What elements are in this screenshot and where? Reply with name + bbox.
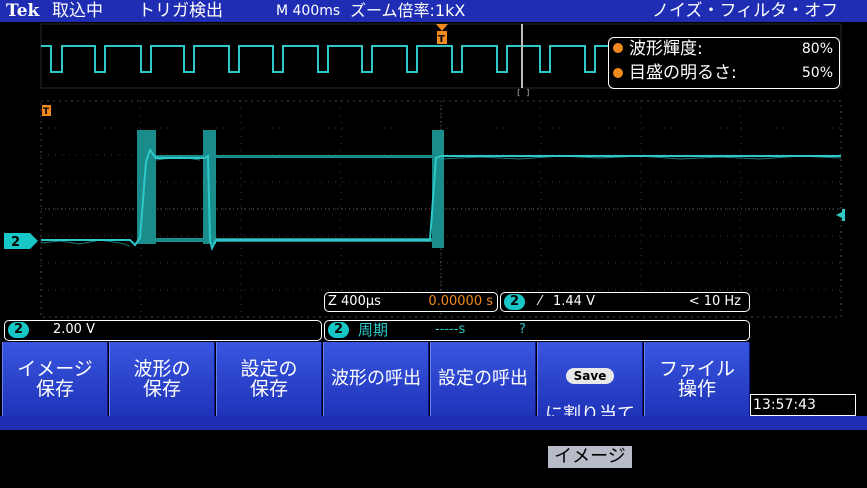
svg-text:T: T — [43, 107, 50, 117]
intensity-knob-a-icon — [613, 43, 623, 53]
zoom-box-glyph: [ ] — [516, 88, 530, 97]
graticule-brightness-label: 目盛の明るさ: — [629, 63, 737, 83]
assign-value: イメージ — [548, 446, 632, 468]
channel-scale-chip: 2 — [8, 322, 30, 338]
measurement-channel-chip: 2 — [328, 322, 350, 338]
graticule-brightness-value: 50% — [801, 65, 833, 81]
save-waveform-button[interactable]: 波形の 保存 — [109, 342, 215, 416]
svg-text:2: 2 — [11, 235, 20, 250]
channel-scale-value: 2.00 V — [53, 322, 95, 337]
measurement-value: -----s — [435, 322, 466, 337]
waveform-intensity-label: 波形輝度: — [629, 39, 703, 59]
trigger-level-arrow-stem — [842, 209, 845, 221]
assign-save-button[interactable]: Save に割り当て イメージ — [537, 342, 643, 468]
zoom-position: 0.00000 s — [428, 294, 493, 309]
recall-setup-button[interactable]: 設定の呼出 — [430, 342, 536, 416]
zoom-scale: Z 400μs — [328, 294, 381, 309]
measurement-box[interactable]: 2 周期 -----s ? — [324, 320, 750, 341]
zoom-readout-box: Z 400μs 0.00000 s — [324, 292, 498, 312]
trigger-level: 1.44 V — [553, 294, 595, 309]
save-image-button[interactable]: イメージ 保存 — [2, 342, 108, 416]
persistence-block — [137, 130, 156, 244]
measurement-flag: ? — [519, 322, 526, 337]
save-button-badge: Save — [566, 368, 614, 384]
overview-trigger-marker: T — [436, 24, 448, 45]
intensity-knob-b-icon — [613, 68, 623, 78]
file-utilities-button[interactable]: ファイル 操作 — [644, 342, 750, 416]
bottom-strip — [0, 416, 867, 430]
trigger-channel-chip: 2 — [504, 294, 526, 310]
overview-waveform — [41, 45, 610, 73]
svg-text:T: T — [438, 34, 445, 45]
measurement-name: 周期 — [358, 321, 389, 339]
channel-2-marker[interactable]: 2 — [4, 233, 38, 250]
trigger-frequency: < 10 Hz — [688, 294, 741, 309]
trigger-position-marker: T — [42, 105, 51, 117]
rising-edge-icon: ⁄ — [539, 294, 542, 309]
trigger-readout-box: 2 ⁄ 1.44 V < 10 Hz — [500, 292, 750, 312]
recall-waveform-button[interactable]: 波形の呼出 — [323, 342, 429, 416]
intensity-readout-box: 波形輝度: 80% 目盛の明るさ: 50% — [608, 37, 840, 89]
channel-scale-box[interactable]: 2 2.00 V — [4, 320, 322, 341]
save-setup-button[interactable]: 設定の 保存 — [216, 342, 322, 416]
clock-readout: 13:57:43 — [750, 394, 856, 416]
waveform-intensity-value: 80% — [801, 41, 833, 57]
